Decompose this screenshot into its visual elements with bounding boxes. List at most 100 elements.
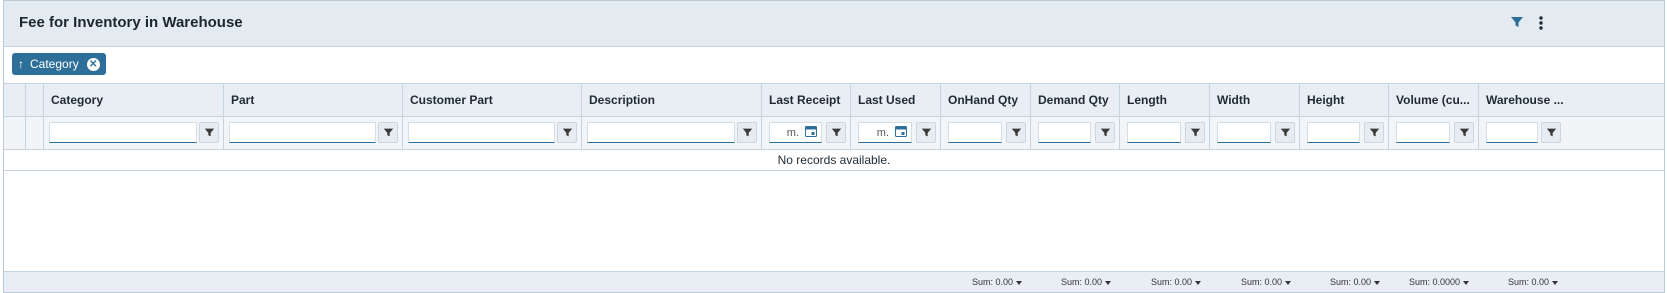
- filter-button-category[interactable]: [199, 122, 219, 143]
- filter-button-onhand-qty[interactable]: [1006, 122, 1026, 143]
- filter-icon: [204, 128, 215, 137]
- filter-icon: [831, 128, 842, 137]
- sum-label: Sum: 0.00: [1151, 277, 1193, 287]
- sum-label: Sum: 0.00: [1508, 277, 1550, 287]
- column-header-demand-qty[interactable]: Demand Qty: [1030, 84, 1119, 116]
- filter-input-part[interactable]: [229, 122, 376, 143]
- filter-button-last-receipt[interactable]: [826, 122, 846, 143]
- sum-volume[interactable]: Sum: 0.0000: [1409, 277, 1470, 287]
- column-header-volume[interactable]: Volume (cu...: [1388, 84, 1478, 116]
- filter-input-volume[interactable]: [1396, 122, 1450, 143]
- expand-filter-cell: [25, 117, 43, 149]
- filter-icon: [1100, 128, 1111, 137]
- group-chip-category[interactable]: ↑ Category ✕: [12, 53, 106, 75]
- filter-button-part[interactable]: [378, 122, 398, 143]
- column-header-warehouse[interactable]: Warehouse ...: [1478, 84, 1564, 116]
- sum-label: Sum: 0.00: [972, 277, 1014, 287]
- sum-label: Sum: 0.00: [1241, 277, 1283, 287]
- filter-button-customer-part[interactable]: [557, 122, 577, 143]
- column-header-last-used[interactable]: Last Used: [850, 84, 940, 116]
- fee-inventory-panel: Fee for Inventory in Warehouse ↑ Categor…: [3, 0, 1665, 293]
- grid-filter-row: m. m.: [4, 117, 1664, 150]
- caret-down-icon: [1552, 280, 1559, 285]
- filter-cell-part: [223, 117, 402, 149]
- filter-button-description[interactable]: [737, 122, 757, 143]
- more-vertical-icon[interactable]: [1534, 15, 1550, 31]
- filter-button-last-used[interactable]: [916, 122, 936, 143]
- calendar-icon[interactable]: [895, 125, 907, 137]
- filter-button-warehouse[interactable]: [1541, 122, 1561, 143]
- filter-icon: [562, 128, 573, 137]
- grid-header-row: Category Part Customer Part Description …: [4, 84, 1664, 117]
- caret-down-icon: [1285, 280, 1292, 285]
- filter-icon: [383, 128, 394, 137]
- sum-label: Sum: 0.00: [1061, 277, 1103, 287]
- caret-down-icon: [1374, 280, 1381, 285]
- row-select-filter: [4, 117, 25, 149]
- filter-icon: [1280, 128, 1291, 137]
- filter-cell-category: [43, 117, 223, 149]
- filter-icon: [1459, 128, 1470, 137]
- filter-cell-demand-qty: [1030, 117, 1119, 149]
- filter-icon: [1369, 128, 1380, 137]
- filter-input-length[interactable]: [1127, 122, 1181, 143]
- sum-label: Sum: 0.00: [1330, 277, 1372, 287]
- group-chip-label: Category: [30, 57, 79, 71]
- filter-button-volume[interactable]: [1454, 122, 1474, 143]
- row-select-header: [4, 84, 25, 116]
- filter-cell-width: [1209, 117, 1299, 149]
- column-header-width[interactable]: Width: [1209, 84, 1299, 116]
- remove-group-icon[interactable]: ✕: [86, 57, 100, 71]
- caret-down-icon: [1016, 280, 1023, 285]
- sum-label: Sum: 0.0000: [1409, 277, 1461, 287]
- caret-down-icon: [1463, 280, 1470, 285]
- column-header-customer-part[interactable]: Customer Part: [402, 84, 581, 116]
- filter-button-demand-qty[interactable]: [1095, 122, 1115, 143]
- filter-input-height[interactable]: [1307, 122, 1360, 143]
- calendar-icon[interactable]: [805, 125, 817, 137]
- filter-icon: [921, 128, 932, 137]
- filter-cell-last-used: m.: [850, 117, 940, 149]
- sum-warehouse[interactable]: Sum: 0.00: [1508, 277, 1559, 287]
- data-grid: Category Part Customer Part Description …: [4, 83, 1664, 274]
- filter-input-description[interactable]: [587, 122, 735, 143]
- filter-button-height[interactable]: [1364, 122, 1384, 143]
- filter-input-width[interactable]: [1217, 122, 1271, 143]
- filter-cell-onhand-qty: [940, 117, 1030, 149]
- grid-footer: Sum: 0.00 Sum: 0.00 Sum: 0.00 Sum: 0.00 …: [4, 271, 1664, 292]
- filter-icon[interactable]: [1510, 15, 1526, 31]
- sum-demand-qty[interactable]: Sum: 0.00: [1061, 277, 1112, 287]
- caret-down-icon: [1195, 280, 1202, 285]
- sum-length[interactable]: Sum: 0.00: [1151, 277, 1202, 287]
- column-header-part[interactable]: Part: [223, 84, 402, 116]
- filter-cell-height: [1299, 117, 1388, 149]
- filter-cell-volume: [1388, 117, 1478, 149]
- filter-icon: [742, 128, 753, 137]
- filter-button-length[interactable]: [1185, 122, 1205, 143]
- expand-column-header: [25, 84, 43, 116]
- filter-cell-length: [1119, 117, 1209, 149]
- sum-width[interactable]: Sum: 0.00: [1241, 277, 1292, 287]
- filter-input-demand-qty[interactable]: [1038, 122, 1091, 143]
- panel-titlebar: Fee for Inventory in Warehouse: [4, 1, 1664, 47]
- caret-down-icon: [1105, 280, 1112, 285]
- filter-input-category[interactable]: [49, 122, 197, 143]
- page-title: Fee for Inventory in Warehouse: [19, 14, 243, 31]
- column-header-onhand-qty[interactable]: OnHand Qty: [940, 84, 1030, 116]
- grouping-bar: [4, 47, 1664, 83]
- filter-cell-description: [581, 117, 761, 149]
- filter-input-customer-part[interactable]: [408, 122, 555, 143]
- filter-input-warehouse[interactable]: [1486, 122, 1538, 143]
- column-header-last-receipt[interactable]: Last Receipt: [761, 84, 850, 116]
- column-header-height[interactable]: Height: [1299, 84, 1388, 116]
- sum-height[interactable]: Sum: 0.00: [1330, 277, 1381, 287]
- sort-up-icon: ↑: [18, 57, 24, 71]
- column-header-length[interactable]: Length: [1119, 84, 1209, 116]
- filter-input-onhand-qty[interactable]: [948, 122, 1002, 143]
- filter-icon: [1011, 128, 1022, 137]
- filter-button-width[interactable]: [1275, 122, 1295, 143]
- sum-onhand-qty[interactable]: Sum: 0.00: [972, 277, 1023, 287]
- empty-message: No records available.: [4, 150, 1664, 171]
- column-header-category[interactable]: Category: [43, 84, 223, 116]
- column-header-description[interactable]: Description: [581, 84, 761, 116]
